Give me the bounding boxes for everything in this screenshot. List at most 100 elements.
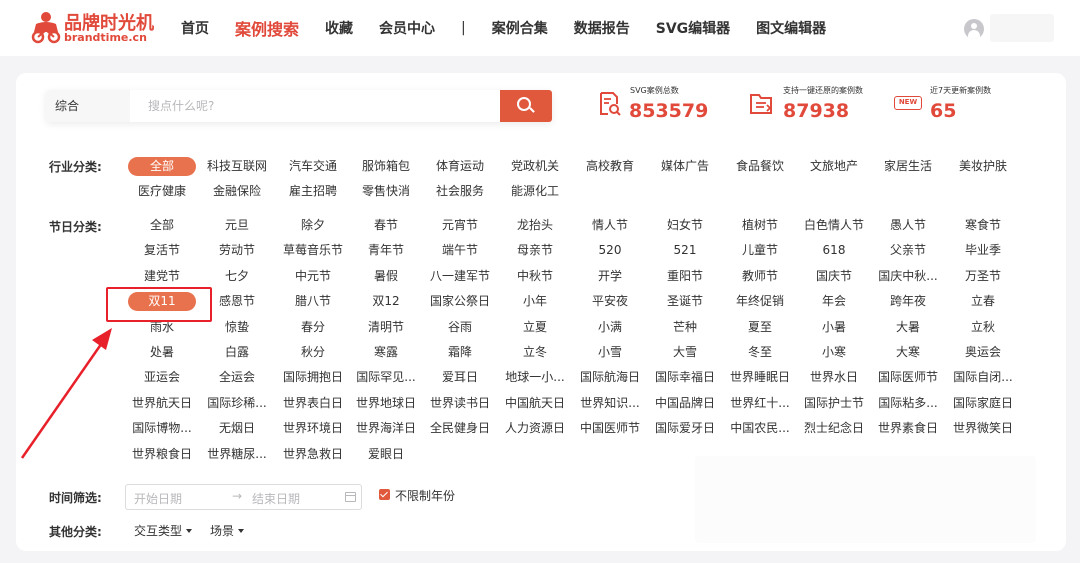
brand-logo[interactable]: 品牌时光机 brandtime.cn <box>30 8 154 48</box>
category-tag[interactable]: 中国农民... <box>723 419 797 438</box>
category-tag[interactable]: 520 <box>573 241 647 260</box>
nav-favorites[interactable]: 收藏 <box>325 18 353 38</box>
category-tag[interactable]: 世界微笑日 <box>946 419 1020 438</box>
category-tag[interactable]: 劳动节 <box>200 241 274 260</box>
category-tag[interactable]: 毕业季 <box>946 241 1020 260</box>
category-tag[interactable]: 春节 <box>349 216 423 235</box>
category-tag[interactable]: 圣诞节 <box>648 292 722 311</box>
category-tag[interactable]: 媒体广告 <box>648 157 722 176</box>
category-tag[interactable]: 草莓音乐节 <box>276 241 350 260</box>
nav-home[interactable]: 首页 <box>181 18 209 38</box>
user-name-area[interactable] <box>990 14 1054 42</box>
category-tag[interactable]: 中国医师节 <box>573 419 647 438</box>
category-tag[interactable]: 腊八节 <box>276 292 350 311</box>
category-tag[interactable]: 世界水日 <box>797 368 871 387</box>
category-tag[interactable]: 教师节 <box>723 267 797 286</box>
category-tag[interactable]: 立冬 <box>498 343 572 362</box>
category-tag[interactable]: 儿童节 <box>723 241 797 260</box>
category-tag[interactable]: 国际自闭... <box>946 368 1020 387</box>
category-tag[interactable]: 亚运会 <box>125 368 199 387</box>
category-tag[interactable]: 社会服务 <box>423 182 497 201</box>
user-avatar-icon[interactable] <box>964 19 984 39</box>
category-tag[interactable]: 建党节 <box>125 267 199 286</box>
category-tag[interactable]: 青年节 <box>349 241 423 260</box>
search-type-select[interactable]: 综合 <box>46 90 130 122</box>
category-tag[interactable]: 国际护士节 <box>797 394 871 413</box>
category-tag[interactable]: 金融保险 <box>200 182 274 201</box>
category-tag[interactable]: 年会 <box>797 292 871 311</box>
category-tag[interactable]: 国家公祭日 <box>423 292 497 311</box>
category-tag[interactable]: 雇主招聘 <box>276 182 350 201</box>
category-tag[interactable]: 白色情人节 <box>797 216 871 235</box>
category-tag[interactable]: 521 <box>648 241 722 260</box>
category-tag[interactable]: 中元节 <box>276 267 350 286</box>
category-tag[interactable]: 中秋节 <box>498 267 572 286</box>
category-tag[interactable]: 国际拥抱日 <box>276 368 350 387</box>
category-tag[interactable]: 能源化工 <box>498 182 572 201</box>
category-tag[interactable]: 世界急救日 <box>276 445 350 464</box>
category-tag[interactable]: 世界地球日 <box>349 394 423 413</box>
category-tag[interactable]: 国际珍稀... <box>200 394 274 413</box>
interaction-type-dropdown[interactable]: 交互类型 <box>134 522 193 539</box>
category-tag[interactable]: 全运会 <box>200 368 274 387</box>
category-tag[interactable]: 开学 <box>573 267 647 286</box>
scene-dropdown[interactable]: 场景 <box>210 522 245 539</box>
category-tag[interactable]: 世界睡眠日 <box>723 368 797 387</box>
category-tag[interactable]: 爱眼日 <box>349 445 423 464</box>
category-tag[interactable]: 国际爱牙日 <box>648 419 722 438</box>
category-tag[interactable]: 小寒 <box>797 343 871 362</box>
category-tag[interactable]: 国际幸福日 <box>648 368 722 387</box>
category-tag[interactable]: 家居生活 <box>871 157 945 176</box>
category-tag[interactable]: 复活节 <box>125 241 199 260</box>
category-tag[interactable]: 奥运会 <box>946 343 1020 362</box>
category-tag[interactable]: 无烟日 <box>200 419 274 438</box>
category-tag[interactable]: 零售快消 <box>349 182 423 201</box>
category-tag[interactable]: 汽车交通 <box>276 157 350 176</box>
category-tag[interactable]: 服饰箱包 <box>349 157 423 176</box>
category-tag[interactable]: 地球一小... <box>498 368 572 387</box>
nav-svg-editor[interactable]: SVG编辑器 <box>656 18 730 38</box>
category-tag[interactable]: 暑假 <box>349 267 423 286</box>
category-tag[interactable]: 党政机关 <box>498 157 572 176</box>
category-tag[interactable]: 情人节 <box>573 216 647 235</box>
category-tag[interactable]: 大暑 <box>871 318 945 337</box>
category-tag[interactable]: 年终促销 <box>723 292 797 311</box>
unlimited-year-checkbox[interactable] <box>379 489 390 500</box>
category-tag[interactable]: 国际航海日 <box>573 368 647 387</box>
category-tag[interactable]: 白露 <box>200 343 274 362</box>
category-tag[interactable]: 小暑 <box>797 318 871 337</box>
category-tag[interactable]: 立夏 <box>498 318 572 337</box>
category-tag[interactable]: 元宵节 <box>423 216 497 235</box>
date-range-picker[interactable]: 开始日期 → 结束日期 <box>125 484 362 510</box>
category-tag[interactable]: 国际家庭日 <box>946 394 1020 413</box>
category-tag[interactable]: 谷雨 <box>423 318 497 337</box>
nav-case-search[interactable]: 案例搜索 <box>235 16 299 40</box>
category-tag[interactable]: 人力资源日 <box>498 419 572 438</box>
category-tag[interactable]: 霜降 <box>423 343 497 362</box>
category-tag[interactable]: 国际博物... <box>125 419 199 438</box>
category-tag[interactable]: 小雪 <box>573 343 647 362</box>
start-date-input[interactable]: 开始日期 <box>134 490 182 507</box>
category-tag[interactable]: 全民健身日 <box>423 419 497 438</box>
search-button[interactable] <box>500 90 552 122</box>
category-tag[interactable]: 大雪 <box>648 343 722 362</box>
category-tag[interactable]: 国际罕见... <box>349 368 423 387</box>
category-tag[interactable]: 冬至 <box>723 343 797 362</box>
category-tag[interactable]: 烈士纪念日 <box>797 419 871 438</box>
category-tag[interactable]: 世界环境日 <box>276 419 350 438</box>
category-tag[interactable]: 平安夜 <box>573 292 647 311</box>
category-tag[interactable]: 除夕 <box>276 216 350 235</box>
category-tag[interactable]: 全部 <box>125 216 199 235</box>
category-tag[interactable]: 小年 <box>498 292 572 311</box>
category-tag[interactable]: 国际医师节 <box>871 368 945 387</box>
category-tag[interactable]: 立秋 <box>946 318 1020 337</box>
category-tag[interactable]: 立春 <box>946 292 1020 311</box>
category-tag[interactable]: 世界素食日 <box>871 419 945 438</box>
category-tag[interactable]: 元旦 <box>200 216 274 235</box>
category-tag[interactable]: 食品餐饮 <box>723 157 797 176</box>
category-tag[interactable]: 龙抬头 <box>498 216 572 235</box>
category-tag[interactable]: 世界粮食日 <box>125 445 199 464</box>
category-tag[interactable]: 寒露 <box>349 343 423 362</box>
category-tag[interactable]: 小满 <box>573 318 647 337</box>
category-tag[interactable]: 大寒 <box>871 343 945 362</box>
